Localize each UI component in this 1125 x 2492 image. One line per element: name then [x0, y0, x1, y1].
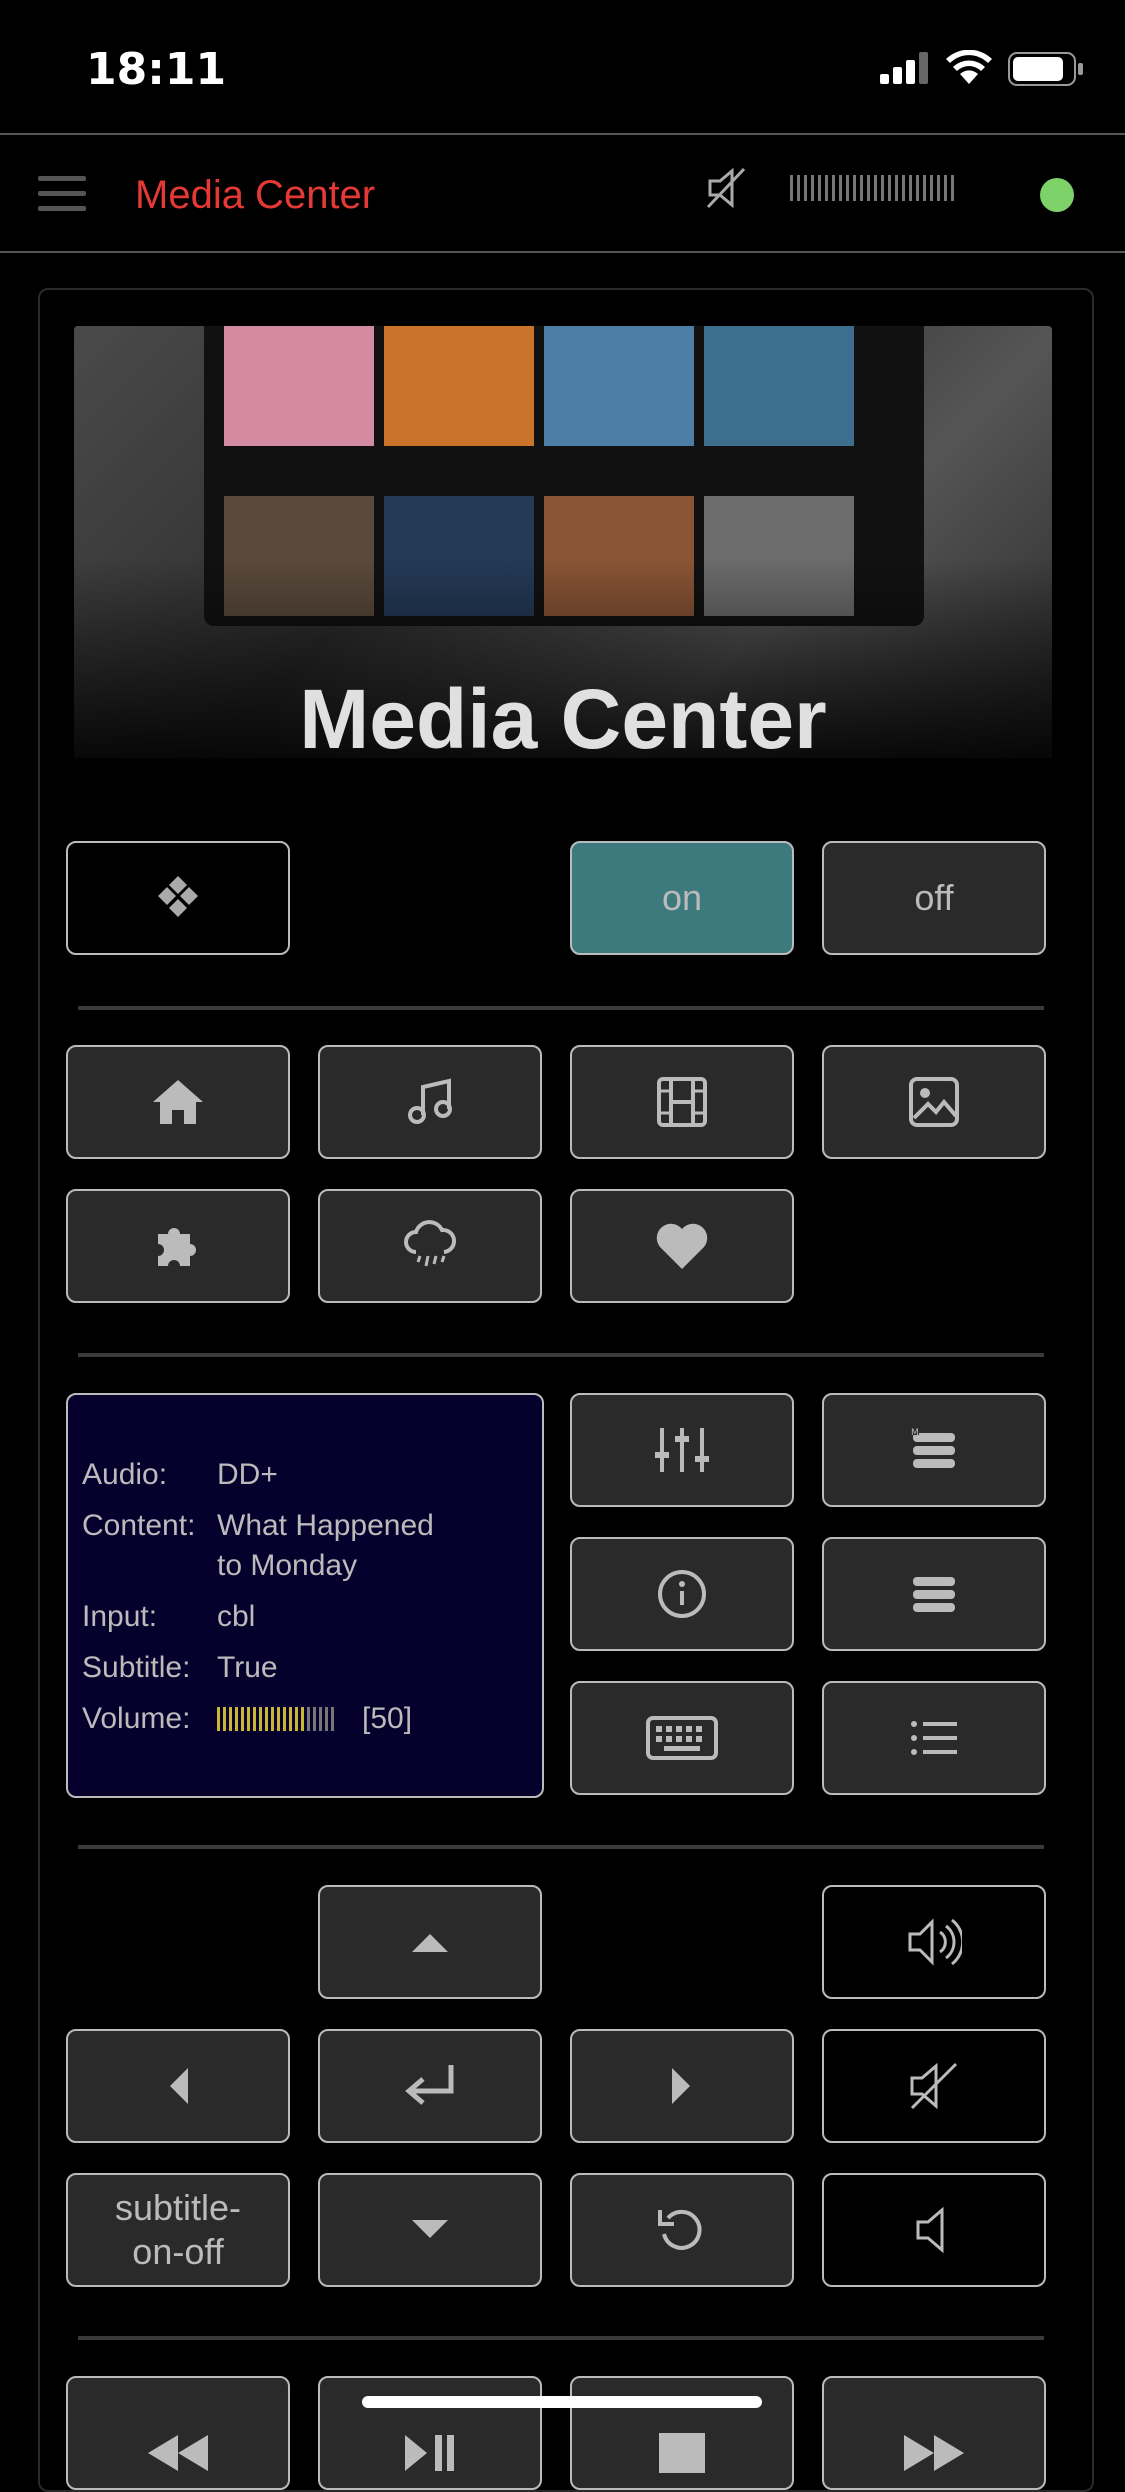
keyboard-icon: [646, 1716, 718, 1760]
cloud-rain-icon: [402, 1218, 458, 1274]
undo-icon: [656, 2204, 708, 2256]
weather-button[interactable]: [318, 1189, 542, 1303]
pictures-button[interactable]: [822, 1045, 1046, 1159]
movies-button[interactable]: [570, 1045, 794, 1159]
play-pause-button[interactable]: [318, 2376, 542, 2490]
volume-up-icon: [906, 1916, 962, 1968]
home-icon: [151, 1078, 205, 1126]
status-time: 18:11: [86, 44, 227, 95]
content-label: Content:: [82, 1509, 196, 1542]
select-button[interactable]: [318, 2029, 542, 2143]
list-icon: [909, 1571, 959, 1617]
addons-button[interactable]: [66, 1189, 290, 1303]
music-button[interactable]: [318, 1045, 542, 1159]
stop-icon: [659, 2433, 705, 2473]
audio-value: DD+: [217, 1458, 278, 1491]
subtitle-on-off-button[interactable]: subtitle- on-off: [66, 2173, 290, 2287]
stop-button[interactable]: [570, 2376, 794, 2490]
playlist-button[interactable]: [822, 1681, 1046, 1795]
divider: [78, 2336, 1044, 2340]
svg-text:M: M: [911, 1428, 919, 1438]
divider: [78, 1353, 1044, 1357]
context-menu-button[interactable]: [822, 1537, 1046, 1651]
audio-label: Audio:: [82, 1458, 168, 1491]
subtitle-value: True: [217, 1651, 278, 1684]
right-button[interactable]: [570, 2029, 794, 2143]
home-indicator: [362, 2396, 762, 2408]
volume-up-button[interactable]: [822, 1885, 1046, 1999]
audio-settings-button[interactable]: [570, 1393, 794, 1507]
music-note-icon: [405, 1077, 455, 1127]
connection-status-indicator: [1040, 178, 1074, 212]
bulleted-list-icon: [909, 1718, 959, 1758]
volume-level-bar: [217, 1707, 334, 1731]
volume-down-icon: [914, 2204, 954, 2256]
keyboard-button[interactable]: [570, 1681, 794, 1795]
film-icon: [656, 1076, 708, 1128]
play-pause-icon: [405, 2435, 455, 2471]
divider: [78, 1845, 1044, 1849]
kodi-button[interactable]: [66, 841, 290, 955]
info-icon: [656, 1568, 708, 1620]
mute-button[interactable]: [822, 2029, 1046, 2143]
content-value-line1: What Happened: [217, 1509, 434, 1542]
rewind-button[interactable]: [66, 2376, 290, 2490]
fast-forward-icon: [904, 2435, 964, 2471]
input-value: cbl: [217, 1600, 256, 1633]
subtitle-button-label-line1: subtitle-: [114, 2187, 242, 2228]
now-playing-info: Audio: DD+ Content: What Happened to Monday…: [66, 1393, 544, 1798]
caret-down-icon: [412, 2220, 448, 2240]
hero-title: Media Center: [299, 672, 827, 758]
content-value-line2: to Monday: [217, 1549, 358, 1582]
kodi-icon: [153, 873, 203, 923]
volume-value: [50]: [362, 1702, 413, 1735]
hero-banner: Media Center: [74, 326, 1052, 758]
power-on-button[interactable]: on: [570, 841, 794, 955]
power-off-button[interactable]: off: [822, 841, 1046, 955]
sliders-icon: [654, 1426, 710, 1474]
subtitle-label: Subtitle:: [82, 1651, 191, 1684]
volume-down-button[interactable]: [822, 2173, 1046, 2287]
cellular-signal-icon: [880, 52, 932, 84]
info-button[interactable]: [570, 1537, 794, 1651]
app-title: Media Center: [135, 173, 376, 217]
mute-icon[interactable]: [704, 163, 750, 213]
left-button[interactable]: [66, 2029, 290, 2143]
volume-bar[interactable]: [790, 175, 954, 205]
battery-icon: [1008, 52, 1084, 86]
favourites-button[interactable]: [570, 1189, 794, 1303]
rewind-icon: [148, 2435, 208, 2471]
caret-up-icon: [412, 1932, 448, 1952]
subtitle-button-label-line2: on-off: [132, 2231, 224, 2272]
enter-icon: [403, 2061, 457, 2111]
mute-icon: [906, 2058, 962, 2114]
caret-right-icon: [672, 2068, 692, 2104]
divider: [78, 1006, 1044, 1010]
list-m-icon: M: [909, 1427, 959, 1473]
status-bar: 18:11: [0, 0, 1125, 132]
volume-label: Volume:: [82, 1702, 191, 1735]
home-button[interactable]: [66, 1045, 290, 1159]
image-icon: [908, 1076, 960, 1128]
puzzle-piece-icon: [152, 1220, 204, 1272]
fast-forward-button[interactable]: [822, 2376, 1046, 2490]
wifi-icon: [946, 50, 992, 84]
app-bar: Media Center: [0, 133, 1125, 253]
back-button[interactable]: [570, 2173, 794, 2287]
down-button[interactable]: [318, 2173, 542, 2287]
menu-icon[interactable]: [38, 176, 86, 212]
menu-m-button[interactable]: M: [822, 1393, 1046, 1507]
heart-icon: [654, 1221, 710, 1271]
up-button[interactable]: [318, 1885, 542, 1999]
input-label: Input:: [82, 1600, 158, 1633]
caret-left-icon: [168, 2068, 188, 2104]
